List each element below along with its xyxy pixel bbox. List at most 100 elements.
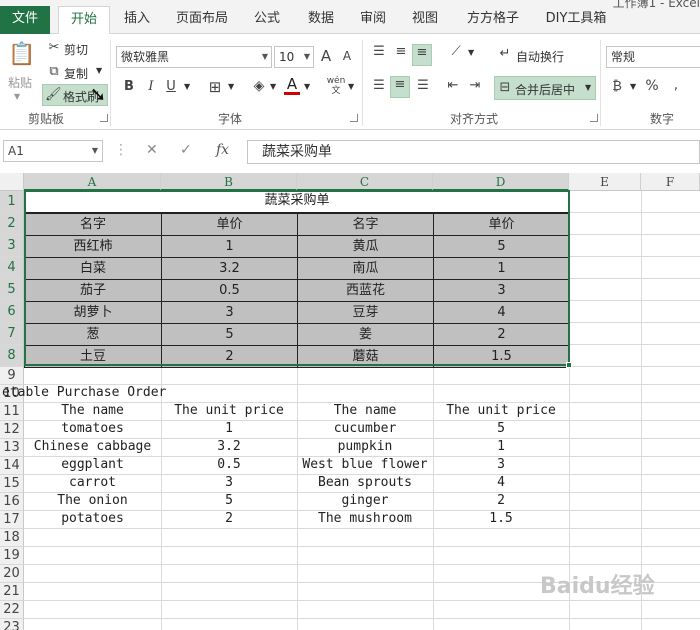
english-table-cell[interactable]: West blue flower (297, 457, 433, 475)
font-size-select[interactable]: 10 ▼ (274, 46, 314, 68)
column-header-f[interactable]: F (641, 173, 700, 191)
percent-button[interactable]: % (644, 78, 660, 94)
bold-button[interactable]: B (122, 79, 136, 94)
border-icon[interactable]: ⊞ (206, 78, 224, 96)
row-header-19[interactable]: 19 (0, 547, 24, 565)
fill-dropdown-icon[interactable]: ▼ (270, 82, 276, 91)
english-table-cell[interactable]: The onion (24, 493, 161, 511)
row-header-2[interactable]: 2 (0, 213, 24, 235)
english-table-cell[interactable]: 2 (433, 493, 569, 511)
column-header-c[interactable]: C (297, 173, 433, 191)
wrap-text-button[interactable]: 自动换行 (516, 48, 564, 65)
phonetic-icon[interactable]: wén 文 (326, 76, 346, 96)
english-table-cell[interactable]: 4 (433, 475, 569, 493)
english-table-cell[interactable]: 0.5 (161, 457, 297, 475)
column-header-e[interactable]: E (569, 173, 641, 191)
row-header-20[interactable]: 20 (0, 565, 24, 583)
tab-fangfang[interactable]: 方方格子 (458, 6, 528, 34)
english-header-cell[interactable]: The unit price (161, 403, 297, 421)
select-all-corner[interactable] (0, 173, 24, 191)
fill-handle[interactable] (566, 362, 572, 368)
english-table-cell[interactable]: Chinese cabbage (24, 439, 161, 457)
underline-dropdown-icon[interactable]: ▼ (184, 82, 190, 91)
fill-color-icon[interactable]: ◈ (250, 78, 268, 94)
comma-icon[interactable]: , (668, 78, 684, 93)
border-dropdown-icon[interactable]: ▼ (228, 82, 234, 91)
column-header-d[interactable]: D (433, 173, 569, 191)
row-header-15[interactable]: 15 (0, 475, 24, 493)
tab-insert[interactable]: 插入 (116, 6, 158, 34)
cancel-formula-button[interactable]: ✕ (146, 142, 158, 158)
row-header-18[interactable]: 18 (0, 529, 24, 547)
font-color-icon[interactable]: A (284, 77, 300, 95)
column-header-b[interactable]: B (161, 173, 297, 191)
english-table-cell[interactable]: 5 (433, 421, 569, 439)
italic-button[interactable]: I (144, 79, 158, 94)
english-table-cell[interactable]: eggplant (24, 457, 161, 475)
font-grow-icon[interactable]: A (318, 47, 334, 65)
row-header-23[interactable]: 23 (0, 619, 24, 630)
column-header-a[interactable]: A (24, 173, 161, 191)
tab-data[interactable]: 数据 (300, 6, 342, 34)
tab-diy-toolbox[interactable]: DIY工具箱 (538, 6, 614, 34)
english-table-cell[interactable]: ginger (297, 493, 433, 511)
tab-home[interactable]: 开始 (58, 6, 110, 34)
tab-page-layout[interactable]: 页面布局 (170, 6, 234, 34)
english-table-cell[interactable]: 3 (433, 457, 569, 475)
align-top-icon[interactable]: ☰ (370, 44, 388, 59)
english-table-cell[interactable]: The mushroom (297, 511, 433, 529)
english-header-cell[interactable]: The name (297, 403, 433, 421)
english-table-cell[interactable]: 1.5 (433, 511, 569, 529)
currency-dropdown-icon[interactable]: ▼ (630, 82, 636, 91)
row-header-1[interactable]: 1 (0, 191, 24, 213)
currency-icon[interactable]: ₿ (608, 78, 626, 94)
english-table-cell[interactable]: potatoes (24, 511, 161, 529)
align-left-icon[interactable]: ☰ (370, 78, 388, 93)
row-header-22[interactable]: 22 (0, 601, 24, 619)
tab-review[interactable]: 审阅 (352, 6, 394, 34)
align-middle-icon[interactable]: ≡ (392, 44, 410, 59)
paste-button[interactable]: 粘贴 (8, 74, 32, 91)
row-header-11[interactable]: 11 (0, 403, 24, 421)
number-format-select[interactable]: 常规 (606, 46, 700, 68)
increase-indent-icon[interactable]: ⇥ (466, 78, 484, 93)
font-shrink-icon[interactable]: A (340, 49, 354, 63)
row-header-13[interactable]: 13 (0, 439, 24, 457)
row-header-5[interactable]: 5 (0, 279, 24, 301)
underline-button[interactable]: U (164, 79, 178, 94)
english-header-cell[interactable]: The name (24, 403, 161, 421)
formula-input[interactable]: 蔬菜采购单 (247, 140, 700, 164)
copy-dropdown-icon[interactable]: ▼ (96, 66, 102, 75)
english-table-cell[interactable]: Bean sprouts (297, 475, 433, 493)
font-color-dropdown-icon[interactable]: ▼ (304, 82, 310, 91)
merge-center-button[interactable]: ⊟ 合并后居中 ▼ (494, 76, 596, 100)
english-table-cell[interactable]: pumpkin (297, 439, 433, 457)
english-table-cell[interactable]: tomatoes (24, 421, 161, 439)
row-header-4[interactable]: 4 (0, 257, 24, 279)
english-table-cell[interactable]: 3.2 (161, 439, 297, 457)
phonetic-dropdown-icon[interactable]: ▼ (348, 82, 354, 91)
tab-formulas[interactable]: 公式 (246, 6, 288, 34)
english-table-cell[interactable]: cucumber (297, 421, 433, 439)
tab-file[interactable]: 文件 (0, 6, 50, 34)
english-title-cell[interactable]: etable Purchase Order (2, 385, 302, 403)
decrease-indent-icon[interactable]: ⇤ (444, 78, 462, 93)
english-table-cell[interactable]: 1 (161, 421, 297, 439)
english-table-cell[interactable]: carrot (24, 475, 161, 493)
paste-dropdown-icon[interactable]: ▼ (14, 92, 20, 101)
row-header-9[interactable]: 9 (0, 367, 24, 385)
orientation-dropdown-icon[interactable]: ▼ (468, 48, 474, 57)
row-header-7[interactable]: 7 (0, 323, 24, 345)
font-launcher-icon[interactable] (350, 114, 358, 122)
more-options-icon[interactable]: ⋮ (114, 142, 128, 158)
english-table-cell[interactable]: 2 (161, 511, 297, 529)
copy-button[interactable]: 复制 (64, 65, 88, 82)
english-table-cell[interactable]: 1 (433, 439, 569, 457)
cut-button[interactable]: 剪切 (64, 41, 88, 58)
row-header-21[interactable]: 21 (0, 583, 24, 601)
align-right-icon[interactable]: ☰ (414, 78, 432, 93)
enter-formula-button[interactable]: ✓ (180, 142, 192, 158)
font-name-select[interactable]: 微软雅黑 ▼ (116, 46, 272, 68)
orientation-icon[interactable]: ⟋ (446, 44, 466, 59)
row-header-12[interactable]: 12 (0, 421, 24, 439)
